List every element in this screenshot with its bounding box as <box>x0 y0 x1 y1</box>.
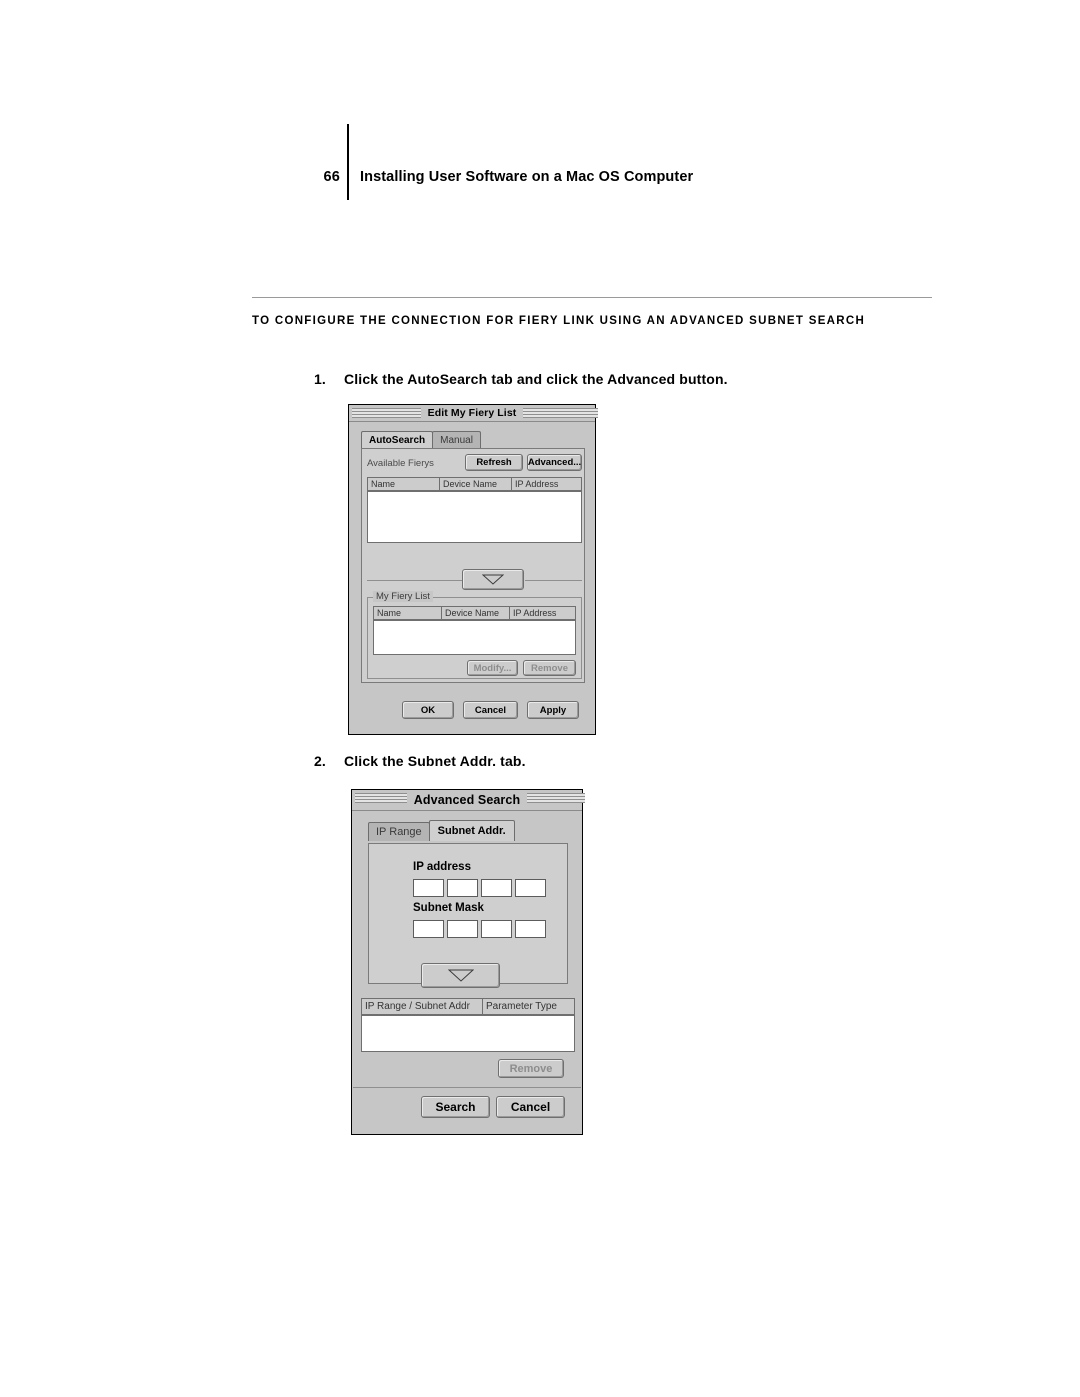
procedure-heading-text: TO CONFIGURE THE CONNECTION FOR FIERY LI… <box>252 315 866 327</box>
subnet-mask-octet-3[interactable] <box>481 920 512 938</box>
step-1-text: Click the AutoSearch tab and click the A… <box>344 371 728 387</box>
available-fierys-label: Available Fierys <box>367 458 434 469</box>
dialog1-title: Edit My Fiery List <box>420 407 524 419</box>
ip-address-octet-1[interactable] <box>413 879 444 897</box>
subnet-mask-octet-1[interactable] <box>413 920 444 938</box>
step-2-number: 2. <box>314 753 326 769</box>
section-divider <box>252 297 932 298</box>
remove-button[interactable]: Remove <box>523 660 576 676</box>
my-fiery-list-group-label: My Fiery List <box>373 591 433 602</box>
triangle-down-icon <box>482 574 504 585</box>
subnet-mask-octet-2[interactable] <box>447 920 478 938</box>
dialog2-titlebar: Advanced Search <box>352 790 585 811</box>
page-header: 66 Installing User Software on a Mac OS … <box>322 124 962 200</box>
ip-address-octet-2[interactable] <box>447 879 478 897</box>
dialog1-titlebar: Edit My Fiery List <box>349 405 598 422</box>
separator-right <box>525 580 582 581</box>
add-entry-button[interactable] <box>421 963 500 988</box>
advanced-search-dialog: Advanced Search IP Range Subnet Addr. IP… <box>351 789 585 1135</box>
results-list[interactable] <box>361 1015 575 1052</box>
column-header-ip-address-2[interactable]: IP Address <box>509 606 576 620</box>
step-2-text: Click the Subnet Addr. tab. <box>344 753 526 769</box>
ip-address-octet-3[interactable] <box>481 879 512 897</box>
column-header-device-name[interactable]: Device Name <box>439 477 511 491</box>
tab-manual[interactable]: Manual <box>432 431 481 448</box>
tab-autosearch[interactable]: AutoSearch <box>361 431 434 448</box>
my-fiery-list[interactable] <box>373 620 576 655</box>
move-to-list-button[interactable] <box>462 569 524 590</box>
available-fierys-list[interactable] <box>367 491 582 543</box>
results-column-headers: IP Range / Subnet Addr Parameter Type <box>361 998 575 1015</box>
dialog2-tabrow: IP Range Subnet Addr. <box>368 820 515 841</box>
apply-button[interactable]: Apply <box>527 701 579 719</box>
ip-address-label: IP address <box>413 861 471 873</box>
dialog2-bottom-separator <box>353 1087 581 1088</box>
cancel-search-button[interactable]: Cancel <box>496 1096 565 1118</box>
tab-ip-range[interactable]: IP Range <box>368 822 430 841</box>
available-fierys-column-headers: Name Device Name IP Address <box>367 477 582 491</box>
dialog1-autosearch-panel: Available Fierys Refresh Advanced... Nam… <box>361 448 585 683</box>
subnet-mask-octet-4[interactable] <box>515 920 546 938</box>
column-header-device-name-2[interactable]: Device Name <box>441 606 509 620</box>
edit-my-fiery-list-dialog: Edit My Fiery List AutoSearch Manual Ava… <box>348 404 598 735</box>
advanced-button[interactable]: Advanced... <box>527 454 582 471</box>
column-header-parameter-type[interactable]: Parameter Type <box>482 998 575 1015</box>
triangle-down-icon-2 <box>447 969 474 982</box>
step-1-number: 1. <box>314 371 326 387</box>
remove-entry-button[interactable]: Remove <box>498 1059 564 1078</box>
procedure-heading: TO CONFIGURE THE CONNECTION FOR FIERY LI… <box>252 311 952 332</box>
my-fiery-column-headers: Name Device Name IP Address <box>373 606 576 620</box>
subnet-mask-label: Subnet Mask <box>413 902 484 914</box>
page-header-title: Installing User Software on a Mac OS Com… <box>360 169 694 185</box>
refresh-button[interactable]: Refresh <box>465 454 523 471</box>
column-header-name-2[interactable]: Name <box>373 606 441 620</box>
column-header-ip-address[interactable]: IP Address <box>511 477 582 491</box>
tab-subnet-addr[interactable]: Subnet Addr. <box>428 820 515 841</box>
column-header-ip-range-subnet-addr[interactable]: IP Range / Subnet Addr <box>361 998 482 1015</box>
dialog2-title: Advanced Search <box>406 793 528 807</box>
modify-button[interactable]: Modify... <box>467 660 518 676</box>
cancel-button[interactable]: Cancel <box>463 701 518 719</box>
header-vertical-rule <box>347 124 349 200</box>
search-button[interactable]: Search <box>421 1096 490 1118</box>
ok-button[interactable]: OK <box>402 701 454 719</box>
page-number: 66 <box>323 169 340 185</box>
column-header-name[interactable]: Name <box>367 477 439 491</box>
dialog1-tabrow: AutoSearch Manual <box>361 431 481 448</box>
separator-left <box>367 580 462 581</box>
ip-address-octet-4[interactable] <box>515 879 546 897</box>
